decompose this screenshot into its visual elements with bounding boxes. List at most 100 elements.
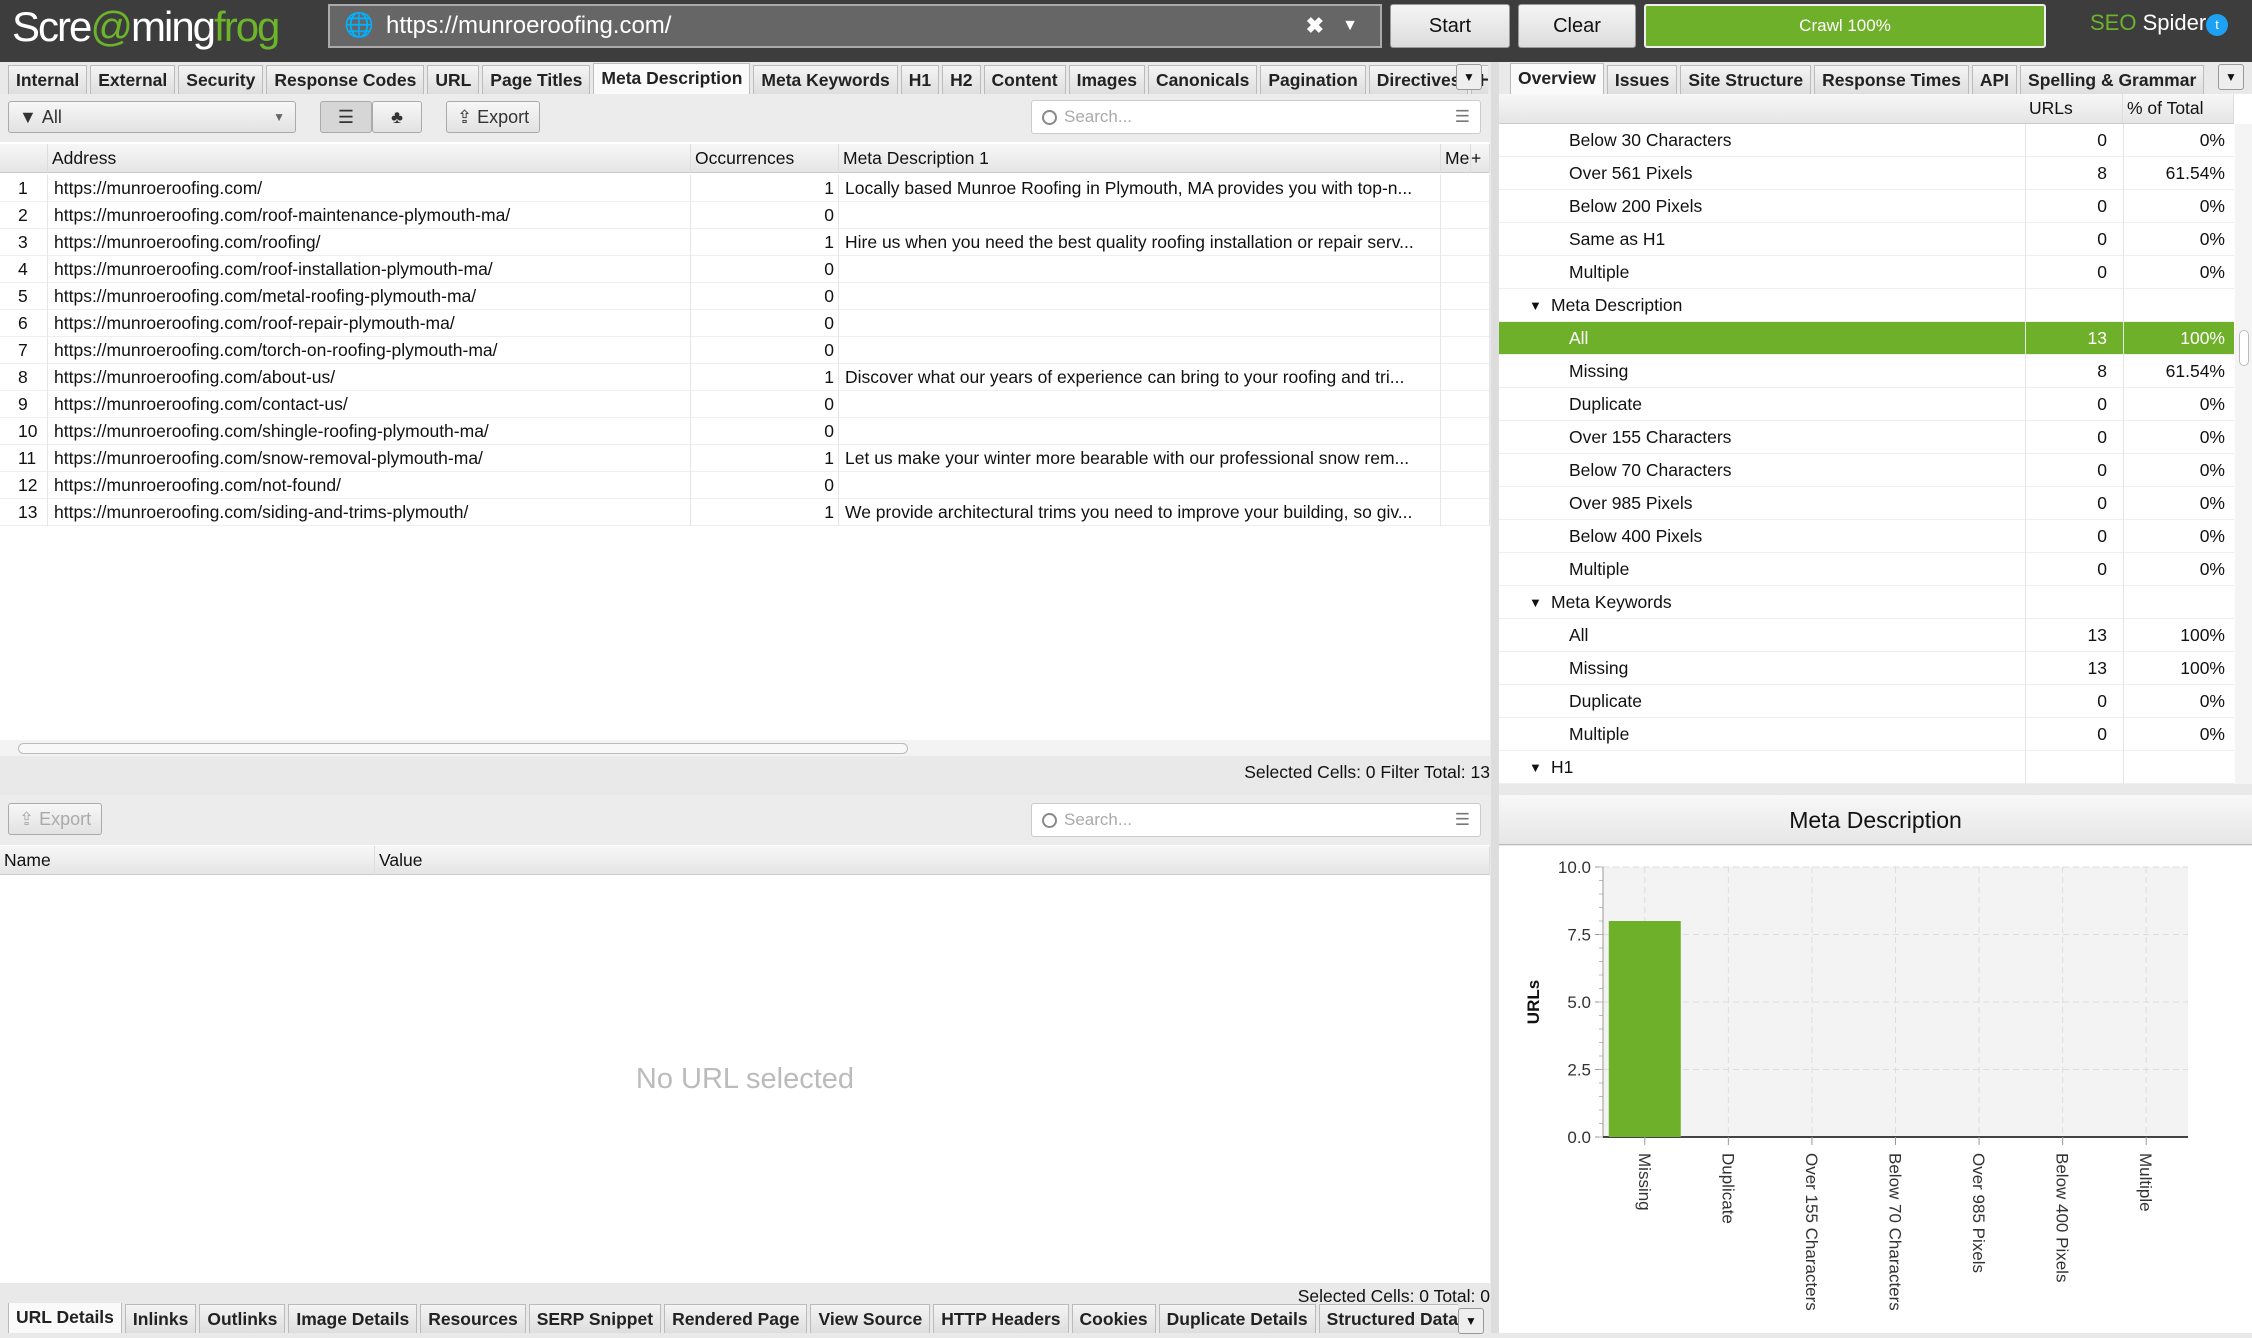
tab-site-structure[interactable]: Site Structure	[1680, 65, 1812, 94]
address-cell[interactable]: https://munroeroofing.com/roof-repair-pl…	[48, 310, 691, 337]
tab-meta-keywords[interactable]: Meta Keywords	[753, 65, 898, 94]
meta-description-cell[interactable]	[839, 418, 1441, 445]
column-value[interactable]: Value	[375, 846, 1490, 875]
address-cell[interactable]: https://munroeroofing.com/torch-on-roofi…	[48, 337, 691, 364]
tab-canonicals[interactable]: Canonicals	[1147, 65, 1258, 94]
table-row[interactable]: 3 https://munroeroofing.com/roofing/1 Hire…	[0, 229, 1490, 256]
tab-url[interactable]: URL	[427, 65, 480, 94]
expand-triangle-icon[interactable]: ▼	[1529, 289, 1542, 322]
column-name[interactable]: Name	[0, 846, 375, 875]
address-cell[interactable]: https://munroeroofing.com/	[48, 175, 691, 202]
occurrences-cell[interactable]: 1	[691, 445, 839, 472]
tab-structured-data-deta[interactable]: Structured Data Deta	[1318, 1304, 1458, 1333]
address-cell[interactable]: https://munroeroofing.com/roof-maintenan…	[48, 202, 691, 229]
overview-item[interactable]: Below 400 Pixels 0 0%	[1499, 520, 2234, 553]
table-row[interactable]: 11 https://munroeroofing.com/snow-removal…	[0, 445, 1490, 472]
table-row[interactable]: 1 https://munroeroofing.com/1 Locally base…	[0, 175, 1490, 202]
occurrences-cell[interactable]: 1	[691, 499, 839, 526]
meta-description-cell[interactable]	[839, 283, 1441, 310]
tab-directives[interactable]: Directives	[1368, 65, 1469, 94]
occurrences-cell[interactable]: 0	[691, 310, 839, 337]
bar-missing[interactable]	[1608, 921, 1681, 1137]
tab-issues[interactable]: Issues	[1606, 65, 1678, 94]
add-column-icon[interactable]: +	[1471, 144, 1490, 173]
tab-api[interactable]: API	[1971, 65, 2018, 94]
address-cell[interactable]: https://munroeroofing.com/shingle-roofin…	[48, 418, 691, 445]
overview-item[interactable]: Over 155 Characters 0 0%	[1499, 421, 2234, 454]
meta-description-cell[interactable]	[839, 472, 1441, 499]
table-row[interactable]: 5 https://munroeroofing.com/metal-roofing…	[0, 283, 1490, 310]
column-urls[interactable]: URLs	[2025, 94, 2123, 123]
meta-description-cell[interactable]: Discover what our years of experience ca…	[839, 364, 1441, 391]
overview-item[interactable]: Missing 8 61.54%	[1499, 355, 2234, 388]
table-row[interactable]: 6 https://munroeroofing.com/roof-repair-p…	[0, 310, 1490, 337]
column-percent-total[interactable]: % of Total	[2123, 94, 2234, 123]
splitter[interactable]	[1491, 62, 1499, 1333]
meta-description-cell[interactable]	[839, 202, 1441, 229]
meta-description-cell[interactable]	[839, 310, 1441, 337]
column-address[interactable]: Address	[48, 144, 691, 173]
tab-h1[interactable]: H1	[900, 65, 940, 94]
lower-tabs-more-icon[interactable]: ▼	[1458, 1308, 1484, 1334]
lower-export-button[interactable]: ⇪ Export	[8, 803, 103, 835]
meta-description-cell[interactable]	[839, 337, 1441, 364]
export-button[interactable]: ⇪ Export	[446, 101, 541, 133]
occurrences-cell[interactable]: 1	[691, 175, 839, 202]
occurrences-cell[interactable]: 0	[691, 256, 839, 283]
meta-description-cell[interactable]	[839, 256, 1441, 283]
tab-response-times[interactable]: Response Times	[1814, 65, 1969, 94]
occurrences-cell[interactable]: 0	[691, 337, 839, 364]
overview-item[interactable]: Multiple 0 0%	[1499, 256, 2234, 289]
clear-url-icon[interactable]: ✖	[1306, 6, 1324, 46]
address-cell[interactable]: https://munroeroofing.com/snow-removal-p…	[48, 445, 691, 472]
tab-spelling-grammar[interactable]: Spelling & Grammar	[2020, 65, 2205, 94]
overview-item[interactable]: Multiple 0 0%	[1499, 553, 2234, 586]
filter-dropdown[interactable]: ▼ All ▼	[8, 101, 296, 133]
table-row[interactable]: 9 https://munroeroofing.com/contact-us/0	[0, 391, 1490, 418]
twitter-icon[interactable]: t	[2206, 14, 2228, 36]
tab-h2[interactable]: H2	[942, 65, 981, 94]
expand-triangle-icon[interactable]: ▼	[1529, 751, 1542, 784]
tab-pagination[interactable]: Pagination	[1260, 65, 1366, 94]
overview-item[interactable]: Below 30 Characters 0 0%	[1499, 124, 2234, 157]
overview-item[interactable]: Below 70 Characters 0 0%	[1499, 454, 2234, 487]
occurrences-cell[interactable]: 0	[691, 283, 839, 310]
column-more[interactable]: Me	[1441, 144, 1471, 173]
tab-internal[interactable]: Internal	[8, 65, 88, 94]
overview-item[interactable]: Over 985 Pixels 0 0%	[1499, 487, 2234, 520]
tab-content[interactable]: Content	[983, 65, 1066, 94]
column-occurrences[interactable]: Occurrences	[691, 144, 839, 173]
horizontal-scrollbar[interactable]	[0, 740, 1490, 756]
occurrences-cell[interactable]: 0	[691, 391, 839, 418]
address-cell[interactable]: https://munroeroofing.com/contact-us/	[48, 391, 691, 418]
tab-url-details[interactable]: URL Details	[8, 1303, 122, 1333]
occurrences-cell[interactable]: 0	[691, 472, 839, 499]
meta-description-cell[interactable]: We provide architectural trims you need …	[839, 499, 1441, 526]
tab-meta-description[interactable]: Meta Description	[593, 63, 751, 94]
tab-cookies[interactable]: Cookies	[1071, 1304, 1156, 1333]
table-row[interactable]: 4 https://munroeroofing.com/roof-installa…	[0, 256, 1490, 283]
tab-rendered-page[interactable]: Rendered Page	[664, 1304, 808, 1333]
address-cell[interactable]: https://munroeroofing.com/roof-installat…	[48, 256, 691, 283]
address-cell[interactable]: https://munroeroofing.com/not-found/	[48, 472, 691, 499]
tab-security[interactable]: Security	[178, 65, 264, 94]
table-row[interactable]: 13 https://munroeroofing.com/siding-and-t…	[0, 499, 1490, 526]
tab-http-headers[interactable]: HTTP Headers	[933, 1304, 1069, 1333]
url-input[interactable]: 🌐 https://munroeroofing.com/ ✖ ▼	[328, 4, 1382, 48]
table-row[interactable]: 12 https://munroeroofing.com/not-found/0	[0, 472, 1490, 499]
table-row[interactable]: 8 https://munroeroofing.com/about-us/1 Dis…	[0, 364, 1490, 391]
scrollbar-thumb[interactable]	[18, 743, 908, 754]
overview-item[interactable]: Missing 13 100%	[1499, 652, 2234, 685]
tree-view-button[interactable]: ♣	[372, 101, 422, 133]
tab-external[interactable]: External	[90, 65, 176, 94]
tab-view-source[interactable]: View Source	[810, 1304, 931, 1333]
meta-description-cell[interactable]	[839, 391, 1441, 418]
scrollbar-thumb[interactable]	[2239, 330, 2249, 366]
start-button[interactable]: Start	[1390, 4, 1510, 48]
occurrences-cell[interactable]: 1	[691, 364, 839, 391]
tab-outlinks[interactable]: Outlinks	[199, 1304, 286, 1333]
tab-response-codes[interactable]: Response Codes	[266, 65, 425, 94]
meta-description-cell[interactable]: Hire us when you need the best quality r…	[839, 229, 1441, 256]
tab-inlinks[interactable]: Inlinks	[124, 1304, 197, 1333]
overview-item[interactable]: Same as H1 0 0%	[1499, 223, 2234, 256]
